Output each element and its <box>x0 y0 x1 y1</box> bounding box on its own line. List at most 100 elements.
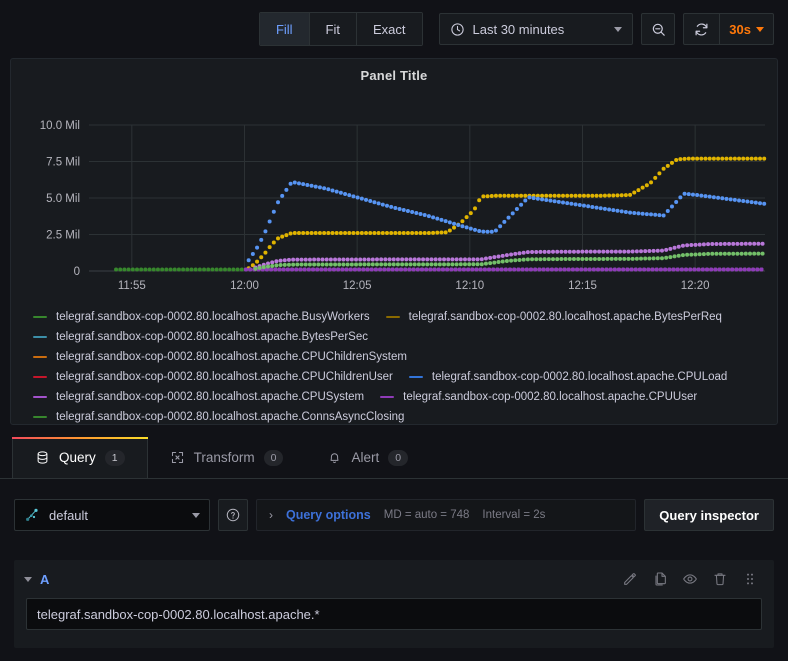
data-point <box>288 181 293 186</box>
data-point <box>343 231 348 236</box>
data-point <box>653 175 658 180</box>
drag-handle-icon[interactable] <box>742 571 758 587</box>
time-range-picker[interactable]: Last 30 minutes <box>438 13 634 45</box>
data-point <box>675 267 680 272</box>
query-row-header: A <box>14 560 774 598</box>
data-point <box>569 193 574 198</box>
exact-button[interactable]: Exact <box>357 13 422 45</box>
refresh-button[interactable] <box>684 14 719 44</box>
edit-icon[interactable] <box>622 571 638 587</box>
time-series-chart[interactable]: 0 2.5 Mil 5.0 Mil 7.5 Mil 10.0 Mil 11:55 12:00… <box>11 83 779 308</box>
data-point <box>678 195 683 200</box>
data-point <box>496 254 501 259</box>
data-point <box>711 156 716 161</box>
data-point <box>412 262 417 267</box>
data-point <box>271 240 276 245</box>
data-point <box>468 211 473 216</box>
data-point <box>495 267 500 272</box>
legend-item[interactable]: telegraf.sandbox-cop-0002.80.localhost.a… <box>33 367 409 387</box>
data-point <box>588 249 593 254</box>
data-point <box>426 214 431 219</box>
data-point <box>709 267 714 272</box>
chevron-down-icon[interactable] <box>24 576 32 582</box>
time-range-label: Last 30 minutes <box>472 21 565 37</box>
data-point <box>319 267 324 272</box>
data-point <box>393 206 398 210</box>
data-point <box>295 262 300 267</box>
data-point <box>725 267 730 272</box>
data-point <box>210 267 215 272</box>
data-point <box>647 248 652 253</box>
data-point <box>485 194 490 199</box>
legend-item[interactable]: telegraf.sandbox-cop-0002.80.localhost.a… <box>33 307 386 327</box>
data-point <box>676 244 681 249</box>
x-axis-tick-label: 12:10 <box>455 280 484 292</box>
data-point <box>299 262 304 267</box>
data-point <box>735 251 740 256</box>
tab-transform[interactable]: Transform 0 <box>148 437 306 478</box>
legend-item[interactable]: telegraf.sandbox-cop-0002.80.localhost.a… <box>385 307 738 327</box>
data-point <box>597 256 602 261</box>
data-point <box>324 257 329 262</box>
data-point <box>701 252 706 257</box>
data-point <box>330 231 335 236</box>
data-point <box>577 203 582 208</box>
y-axis-tick-label: 2.5 Mil <box>46 230 80 242</box>
data-point <box>711 195 716 200</box>
data-point <box>544 197 549 202</box>
legend-item[interactable]: telegraf.sandbox-cop-0002.80.localhost.a… <box>33 347 423 367</box>
data-point <box>731 241 736 246</box>
x-axis-tick-label: 12:00 <box>230 280 259 292</box>
eye-icon[interactable] <box>682 571 698 587</box>
data-point <box>561 200 566 205</box>
data-point <box>468 226 473 231</box>
data-point <box>322 231 327 236</box>
data-point <box>473 227 477 232</box>
tab-alert[interactable]: Alert 0 <box>305 437 430 478</box>
zoom-out-button[interactable] <box>641 13 676 45</box>
query-options-toggle[interactable]: › Query options MD = auto = 748 Interval… <box>256 499 637 531</box>
data-point <box>400 262 405 267</box>
legend-color-swatch <box>385 316 400 318</box>
duplicate-icon[interactable] <box>652 571 668 587</box>
data-point <box>632 190 637 195</box>
data-point <box>276 200 281 205</box>
data-point <box>728 156 733 161</box>
legend-item[interactable]: telegraf.sandbox-cop-0002.80.localhost.a… <box>33 407 420 427</box>
legend-item[interactable]: telegraf.sandbox-cop-0002.80.localhost.a… <box>408 367 743 387</box>
data-point <box>274 263 279 268</box>
chart-plot-area[interactable]: 0 2.5 Mil 5.0 Mil 7.5 Mil 10.0 Mil 11:55 12:00… <box>11 83 779 308</box>
data-point <box>622 256 627 261</box>
legend-item[interactable]: telegraf.sandbox-cop-0002.80.localhost.a… <box>33 387 380 407</box>
data-point <box>548 198 553 203</box>
legend-label: telegraf.sandbox-cop-0002.80.localhost.a… <box>56 391 365 403</box>
data-point <box>580 249 585 254</box>
legend-color-swatch <box>33 356 47 358</box>
help-circle-icon <box>226 508 240 522</box>
trash-icon[interactable] <box>712 571 728 587</box>
data-point <box>271 209 276 214</box>
tab-query[interactable]: Query 1 <box>12 437 148 478</box>
legend-item[interactable]: telegraf.sandbox-cop-0002.80.localhost.a… <box>380 387 713 407</box>
data-point <box>461 267 466 272</box>
data-point <box>373 267 378 272</box>
data-point <box>697 252 702 257</box>
query-input[interactable] <box>26 598 762 630</box>
data-point <box>432 267 437 272</box>
refresh-interval-picker[interactable]: 30s <box>719 14 773 44</box>
fit-button[interactable]: Fit <box>309 13 357 45</box>
data-point <box>707 194 712 199</box>
fill-button[interactable]: Fill <box>259 13 310 45</box>
data-point <box>739 241 744 246</box>
data-point <box>267 219 272 224</box>
data-point <box>273 267 278 272</box>
query-ref-id[interactable]: A <box>40 572 49 587</box>
datasource-help-button[interactable] <box>218 499 248 531</box>
data-point <box>270 260 275 265</box>
data-point <box>362 257 367 262</box>
data-point <box>443 230 448 235</box>
datasource-picker[interactable]: default <box>14 499 210 531</box>
data-point <box>440 267 445 272</box>
legend-item[interactable]: telegraf.sandbox-cop-0002.80.localhost.a… <box>33 327 384 347</box>
query-inspector-button[interactable]: Query inspector <box>644 499 774 531</box>
